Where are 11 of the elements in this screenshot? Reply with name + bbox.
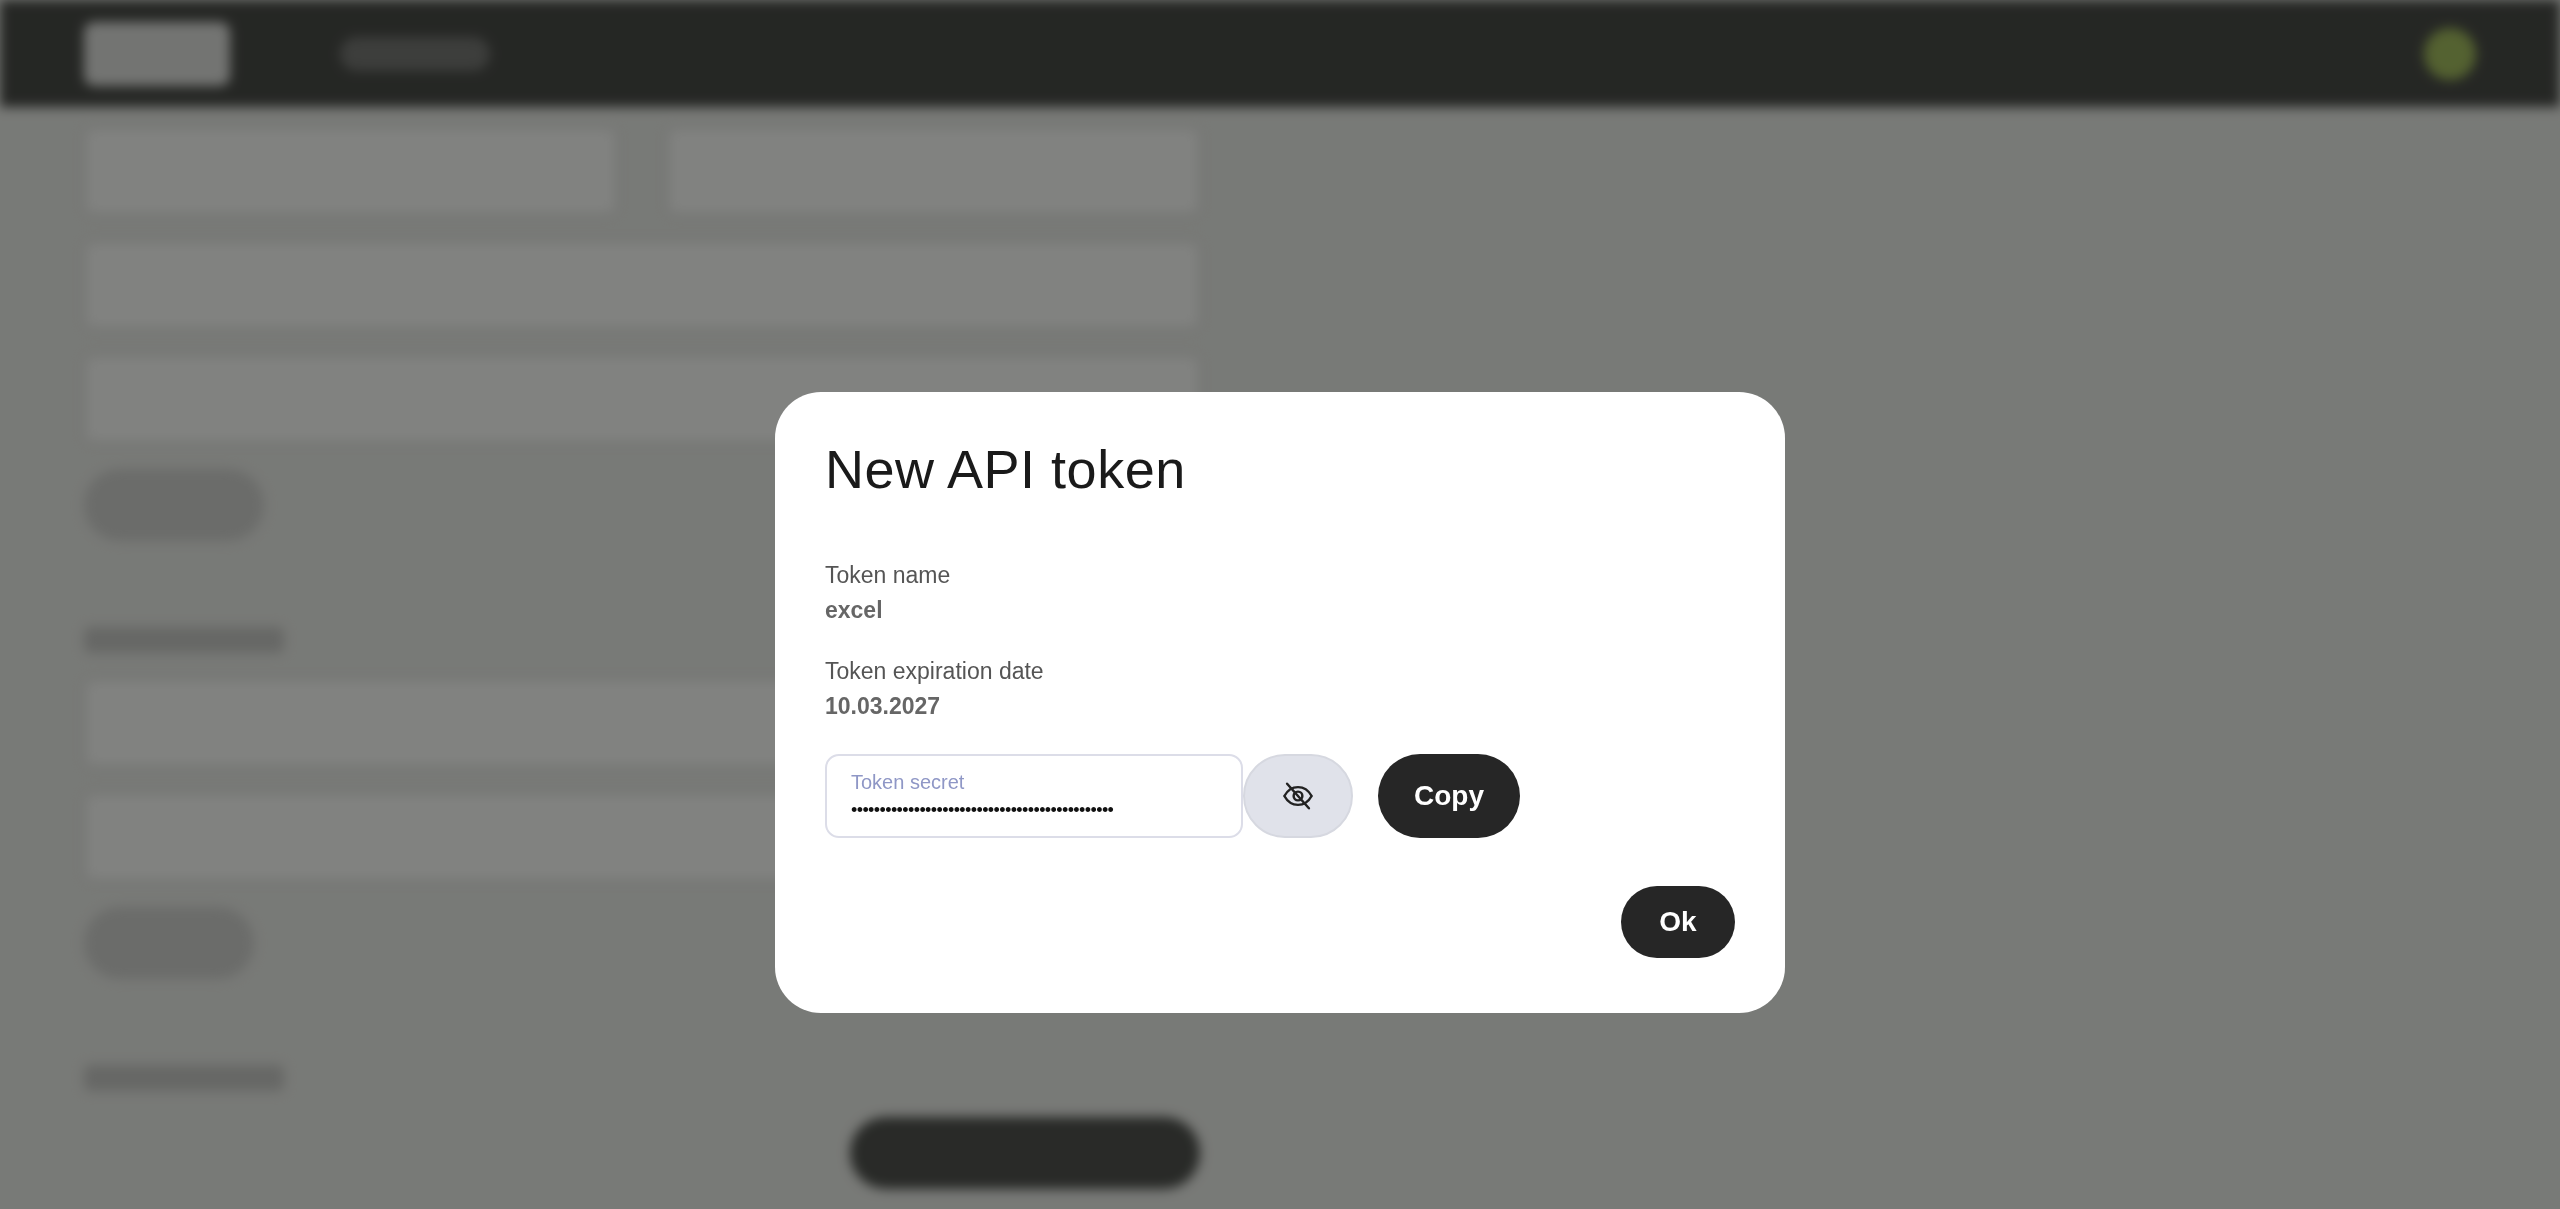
token-secret-field[interactable]: Token secret ••••••••••••••••••••••••••••••••••••••••••••••	[825, 754, 1243, 838]
dialog-title: New API token	[825, 438, 1187, 500]
field-label: Token expiration date	[825, 658, 1045, 685]
field-value: excel	[825, 597, 884, 624]
ok-button[interactable]: Ok	[1621, 886, 1735, 958]
avatar	[2424, 27, 2476, 80]
copy-button[interactable]: Copy	[1378, 754, 1520, 838]
field-value: 10.03.2027	[825, 693, 942, 720]
eye-off-icon	[1281, 781, 1315, 811]
field-label: Token name	[825, 562, 952, 589]
visibility-toggle-button[interactable]	[1243, 754, 1353, 838]
